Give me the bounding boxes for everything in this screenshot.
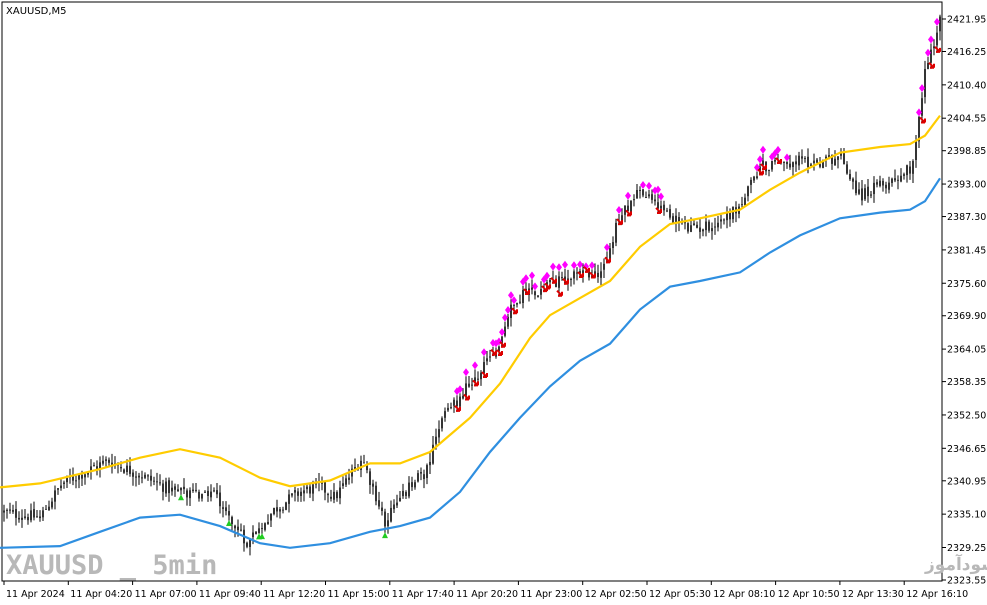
price-tick-label: 2404.55 — [947, 114, 986, 125]
time-tick-label: 12 Apr 05:30 — [649, 589, 711, 600]
price-chart[interactable]: XAUUSD,M5 2421.95 2416.25 2410.40 2404.55 23… — [0, 0, 987, 605]
time-tick-label: 12 Apr 10:50 — [778, 589, 840, 600]
time-tick-label: 11 Apr 12:20 — [263, 589, 325, 600]
time-tick-label: 11 Apr 2024 — [6, 589, 65, 600]
price-tick-label: 2335.10 — [947, 510, 986, 521]
watermark-site: انتشار در سایت سودآموز — [924, 553, 987, 575]
price-tick-label: 2393.00 — [947, 180, 986, 191]
time-tick-label: 12 Apr 16:10 — [906, 589, 968, 600]
price-tick-label: 2410.40 — [947, 80, 986, 91]
price-tick-label: 2381.45 — [947, 245, 986, 256]
time-tick-label: 11 Apr 17:40 — [392, 589, 454, 600]
price-tick-label: 2375.60 — [947, 279, 986, 290]
chart-background — [0, 0, 987, 605]
price-tick-label: 2416.25 — [947, 47, 986, 58]
chart-title: XAUUSD,M5 — [6, 6, 67, 17]
price-tick-label: 2329.25 — [947, 543, 986, 554]
time-tick-label: 11 Apr 07:00 — [135, 589, 197, 600]
price-tick-label: 2340.95 — [947, 476, 986, 487]
time-tick-label: 12 Apr 08:10 — [713, 589, 775, 600]
price-tick-label: 2352.50 — [947, 410, 986, 421]
time-tick-label: 11 Apr 04:20 — [70, 589, 132, 600]
price-tick-label: 2323.55 — [947, 576, 986, 587]
price-tick-label: 2421.95 — [947, 15, 986, 26]
price-tick-label: 2398.85 — [947, 146, 986, 157]
watermark-symbol: XAUUSD _ 5min — [6, 550, 217, 581]
price-tick-label: 2387.30 — [947, 212, 986, 223]
price-tick-label: 2369.90 — [947, 311, 986, 322]
time-tick-label: 12 Apr 13:30 — [842, 589, 904, 600]
time-tick-label: 11 Apr 23:00 — [520, 589, 582, 600]
time-tick-label: 11 Apr 09:40 — [199, 589, 261, 600]
price-tick-label: 2364.05 — [947, 345, 986, 356]
time-tick-label: 11 Apr 20:20 — [456, 589, 518, 600]
price-tick-label: 2346.65 — [947, 444, 986, 455]
time-tick-label: 12 Apr 02:50 — [585, 589, 647, 600]
price-tick-label: 2358.35 — [947, 377, 986, 388]
time-tick-label: 11 Apr 15:00 — [328, 589, 390, 600]
